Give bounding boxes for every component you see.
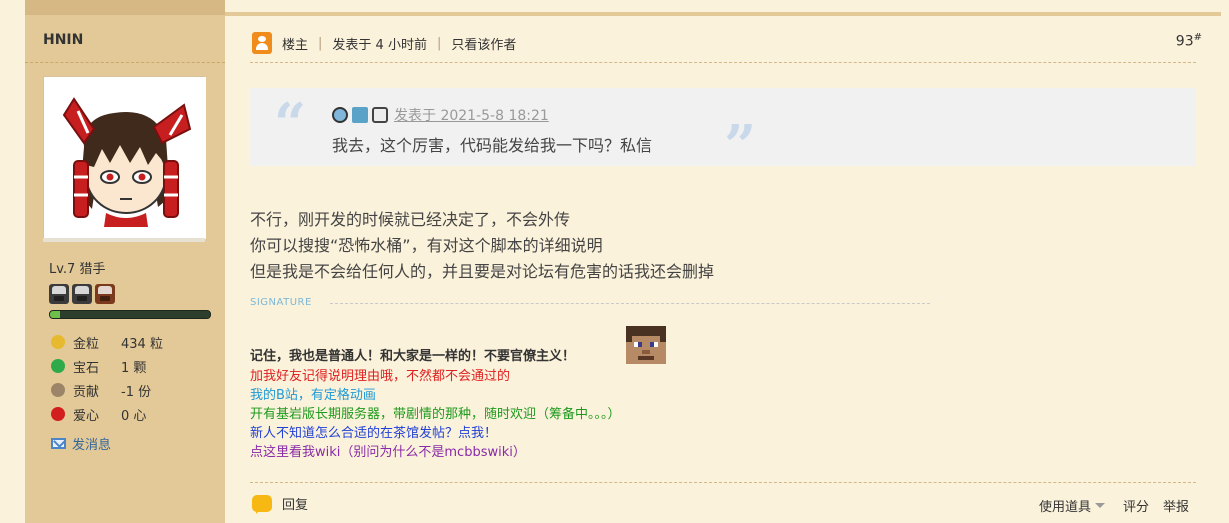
chevron-down-icon[interactable]	[1094, 503, 1105, 508]
open-quote-icon: “	[274, 91, 307, 157]
user-level[interactable]: Lv.7 猎手	[49, 258, 105, 277]
quote-date-link[interactable]: 发表于 2021-5-8 18:21	[394, 105, 549, 125]
avatar[interactable]	[43, 76, 206, 242]
post-actions: 使用道具 评分 举报	[1039, 496, 1189, 515]
use-tool-button[interactable]: 使用道具	[1039, 496, 1091, 515]
send-message-label: 发消息	[72, 438, 112, 453]
medal-icon[interactable]	[95, 284, 115, 304]
footer-divider	[250, 482, 1196, 483]
medal-list	[49, 284, 115, 304]
header-divider	[250, 62, 1196, 63]
emerald-icon	[51, 359, 65, 373]
quote-block: “ 发表于 2021-5-8 18:21 我去，这个厉害，代码能发给我一下吗？私…	[250, 88, 1196, 174]
floor-value: 93	[1175, 33, 1194, 50]
gold-nugget-icon	[51, 335, 65, 349]
post-header: 楼主 | 发表于 4 小时前 | 只看该作者	[252, 28, 1196, 58]
contribution-icon	[51, 383, 65, 397]
posted-time: 发表于 4 小时前	[332, 37, 427, 53]
page-margin-right	[1221, 0, 1229, 523]
skull-icon	[372, 107, 388, 123]
experience-bar-fill	[50, 311, 60, 318]
page-margin-left	[0, 0, 25, 523]
signature-link[interactable]: 点这里看我wiki（别问为什么不是mcbbswiki）	[250, 443, 621, 462]
stat-label: 金粒	[73, 336, 100, 352]
quote-text: 我去，这个厉害，代码能发给我一下吗？私信	[332, 136, 653, 155]
reply-bubble-icon	[252, 495, 272, 514]
user-stats: 金粒 434 粒 宝石 1 颗 贡献 -1 份 爱心 0 心	[51, 330, 163, 426]
signature-link[interactable]: 加我好友记得说明理由哦，不然都不会通过的	[250, 367, 621, 386]
op-label: 楼主	[282, 37, 309, 53]
reimu-avatar-icon	[44, 77, 206, 239]
medal-icon[interactable]	[49, 284, 69, 304]
signature-bold-line: 记住，我也是普通人！和大家是一样的！不要官僚主义！	[250, 349, 576, 364]
stat-row-gem: 宝石 1 颗	[51, 354, 163, 378]
stat-row-heart: 爱心 0 心	[51, 402, 163, 426]
stat-label: 贡献	[73, 384, 100, 400]
stat-value: 0 心	[121, 408, 147, 424]
quote-meta: 发表于 2021-5-8 18:21	[332, 105, 549, 125]
apple-heart-icon	[51, 407, 65, 421]
reply-label: 回复	[282, 498, 309, 513]
snowflake-icon	[352, 107, 368, 123]
post-content: 不行，刚开发的时候就已经决定了，不会外传 你可以搜搜“恐怖水桶”，有对这个脚本的…	[250, 207, 714, 285]
report-button[interactable]: 举报	[1163, 496, 1189, 515]
signature-link[interactable]: 新人不知道怎么合适的在茶馆发帖？点我！	[250, 424, 621, 443]
close-quote-icon: ”	[724, 113, 757, 179]
stat-value: -1 份	[121, 384, 152, 400]
author-sidebar: HNIN Lv.7 猎手 金粒 434 粒 宝石 1 颗 贡献 -1 份 爱心 …	[25, 0, 225, 523]
post-line: 你可以搜搜“恐怖水桶”，有对这个脚本的详细说明	[250, 236, 603, 255]
rate-button[interactable]: 评分	[1123, 496, 1149, 515]
floor-mark: #	[1193, 32, 1202, 43]
only-author-link[interactable]: 只看该作者	[451, 34, 516, 53]
post-line: 不行，刚开发的时候就已经决定了，不会外传	[250, 210, 571, 229]
face-emoji-icon	[332, 107, 348, 123]
stat-row-contribution: 贡献 -1 份	[51, 378, 163, 402]
experience-bar	[49, 310, 211, 319]
reply-button[interactable]: 回复	[252, 494, 309, 514]
send-message-link[interactable]: 发消息	[51, 434, 111, 453]
stat-label: 爱心	[73, 408, 100, 424]
signature-label: SIGNATURE	[250, 297, 312, 308]
stat-value: 434 粒	[121, 336, 163, 352]
signature-link[interactable]: 开有基岩版长期服务器，带剧情的那种，随时欢迎（筹备中。。。）	[250, 405, 621, 424]
medal-icon[interactable]	[72, 284, 92, 304]
stat-label: 宝石	[73, 360, 100, 376]
post-top-border	[225, 12, 1221, 16]
floor-number[interactable]: 93#	[1176, 32, 1202, 50]
header-separator: |	[318, 35, 323, 51]
post-line: 但是我是不会给任何人的，并且要是对论坛有危害的话我还会删掉	[250, 262, 715, 281]
sidebar-top-bar	[25, 0, 225, 15]
mail-icon	[51, 438, 66, 449]
thread-starter-icon	[252, 32, 272, 54]
header-separator: |	[436, 35, 442, 51]
signature-divider	[330, 303, 930, 304]
stat-value: 1 颗	[121, 360, 147, 376]
avatar-frame-bar	[43, 238, 205, 242]
signature-link[interactable]: 我的B站，有定格动画	[250, 386, 621, 405]
steve-head-icon	[626, 326, 666, 364]
signature-content: 记住，我也是普通人！和大家是一样的！不要官僚主义！ 加我好友记得说明理由哦，不然…	[250, 347, 621, 462]
stat-row-gold: 金粒 434 粒	[51, 330, 163, 354]
sidebar-divider	[25, 62, 225, 63]
author-name[interactable]: HNIN	[43, 32, 83, 48]
